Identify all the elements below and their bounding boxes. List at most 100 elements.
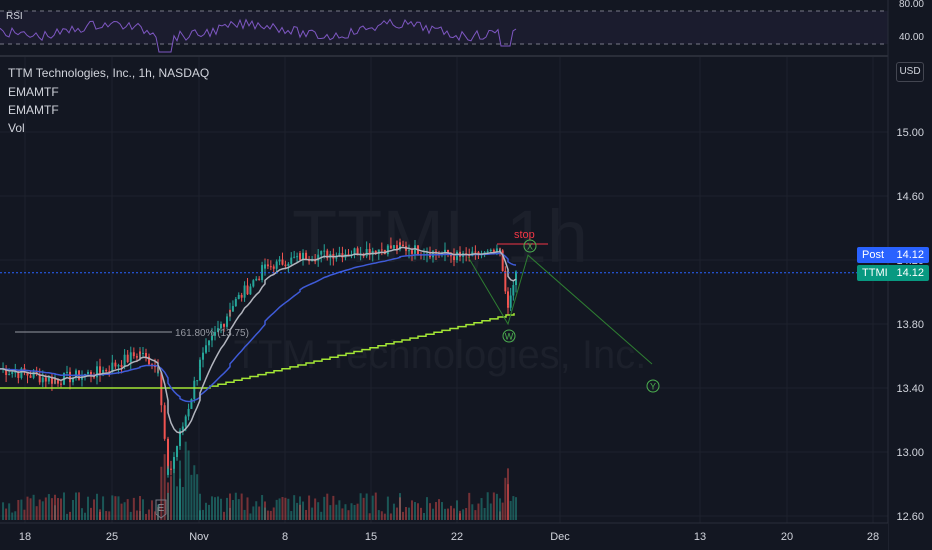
volume-bar bbox=[389, 513, 392, 520]
volume-bar bbox=[193, 465, 196, 520]
time-tick-label: 13 bbox=[694, 531, 706, 543]
volume-bar bbox=[54, 494, 56, 520]
candle-body bbox=[66, 371, 68, 373]
volume-bar bbox=[411, 500, 413, 520]
volume-bar bbox=[507, 484, 509, 520]
volume-bar bbox=[302, 501, 305, 520]
volume-bar bbox=[32, 494, 35, 520]
candle-body bbox=[157, 372, 159, 374]
volume-bar bbox=[72, 499, 74, 520]
indicator-volume[interactable]: Vol bbox=[8, 121, 25, 135]
volume-bar bbox=[368, 513, 371, 520]
volume-bar bbox=[35, 506, 38, 520]
volume-bar bbox=[320, 511, 323, 520]
symbol-title[interactable]: TTM Technologies, Inc., 1h, NASDAQ bbox=[8, 66, 209, 80]
candle-body bbox=[205, 345, 207, 353]
volume-bar bbox=[432, 508, 434, 520]
price-tick-label: 12.60 bbox=[896, 511, 924, 523]
volume-bar bbox=[278, 498, 281, 520]
volume-bar bbox=[105, 511, 108, 520]
time-axis: 18 25 Nov 8 15 22 Dec 13 20 28 bbox=[0, 522, 888, 550]
candle-body bbox=[44, 377, 47, 382]
candle-body bbox=[237, 294, 240, 299]
volume-bar bbox=[139, 496, 141, 520]
volume-bar bbox=[314, 498, 317, 520]
candle-body bbox=[120, 365, 123, 368]
candle-body bbox=[184, 416, 187, 427]
volume-bar bbox=[181, 486, 184, 520]
candle-body bbox=[269, 266, 272, 268]
volume-bar bbox=[453, 508, 455, 520]
volume-bar bbox=[261, 495, 264, 520]
indicator-ema-fast[interactable]: EMAMTF bbox=[8, 85, 59, 99]
price-tick-label: 14.60 bbox=[896, 191, 924, 203]
volume-bar bbox=[465, 508, 468, 520]
candle-body bbox=[208, 340, 210, 346]
volume-bar bbox=[217, 496, 219, 520]
volume-bar bbox=[187, 450, 190, 520]
volume-bar bbox=[167, 492, 169, 520]
volume-bar bbox=[223, 511, 225, 520]
rsi-pane bbox=[0, 0, 888, 55]
candle-body bbox=[320, 251, 323, 255]
volume-bar bbox=[350, 503, 353, 520]
volume-bar bbox=[179, 460, 181, 520]
candle-body bbox=[507, 305, 509, 308]
candle-body bbox=[453, 256, 455, 261]
volume-bar bbox=[170, 476, 172, 520]
candle-body bbox=[69, 371, 71, 383]
volume-bar bbox=[17, 499, 20, 520]
volume-bar bbox=[145, 513, 147, 520]
volume-bar bbox=[229, 493, 231, 520]
volume-bar bbox=[148, 509, 150, 520]
volume-bar bbox=[60, 498, 62, 520]
volume-bar bbox=[356, 503, 359, 520]
volume-bar bbox=[329, 505, 332, 520]
volume-bar bbox=[114, 496, 117, 520]
candle-body bbox=[399, 242, 401, 245]
candle-body bbox=[284, 264, 287, 267]
volume-bar bbox=[287, 498, 290, 520]
wave-label-w: W bbox=[502, 329, 516, 343]
candle-body bbox=[8, 373, 11, 375]
rsi-lower-label: 40.00 bbox=[899, 32, 924, 43]
volume-bar bbox=[190, 474, 193, 520]
candle-body bbox=[264, 264, 266, 269]
volume-bar bbox=[395, 507, 398, 520]
volume-bar bbox=[347, 510, 350, 520]
volume-bar bbox=[176, 486, 178, 520]
earnings-label: E bbox=[158, 503, 165, 514]
candle-body bbox=[252, 280, 255, 287]
volume-bar bbox=[499, 498, 501, 520]
volume-bar bbox=[44, 497, 47, 520]
chart-canvas[interactable]: TTMI, 1h TTM Technologies, Inc. 161.80% … bbox=[0, 0, 932, 550]
volume-bar bbox=[93, 499, 95, 520]
volume-bar bbox=[509, 500, 512, 520]
volume-bar bbox=[117, 496, 120, 520]
indicator-ema-slow[interactable]: EMAMTF bbox=[8, 103, 59, 117]
volume-bar bbox=[57, 498, 59, 520]
volume-bar bbox=[480, 498, 483, 520]
volume-bar bbox=[290, 511, 293, 520]
currency-selector[interactable]: USD bbox=[896, 62, 924, 82]
candle-body bbox=[474, 251, 477, 253]
candle-body bbox=[512, 285, 515, 296]
volume-bar bbox=[120, 503, 123, 520]
candle-body bbox=[408, 250, 410, 252]
time-tick-label: 18 bbox=[19, 531, 31, 543]
candle-body bbox=[60, 383, 62, 385]
candle-body bbox=[402, 244, 404, 247]
watermark-symbol: TTMI, 1h bbox=[292, 195, 588, 278]
time-tick-label: 8 bbox=[282, 531, 288, 543]
candle-body bbox=[515, 271, 517, 286]
candle-body bbox=[105, 369, 108, 372]
candle-body bbox=[135, 356, 138, 358]
volume-bar bbox=[135, 510, 138, 520]
volume-bar bbox=[486, 492, 489, 520]
volume-bar bbox=[365, 493, 368, 520]
candle-body bbox=[29, 375, 32, 378]
volume-bar bbox=[447, 508, 449, 520]
volume-bar bbox=[435, 502, 437, 520]
volume-bar bbox=[515, 497, 517, 520]
candle-body bbox=[145, 352, 147, 357]
